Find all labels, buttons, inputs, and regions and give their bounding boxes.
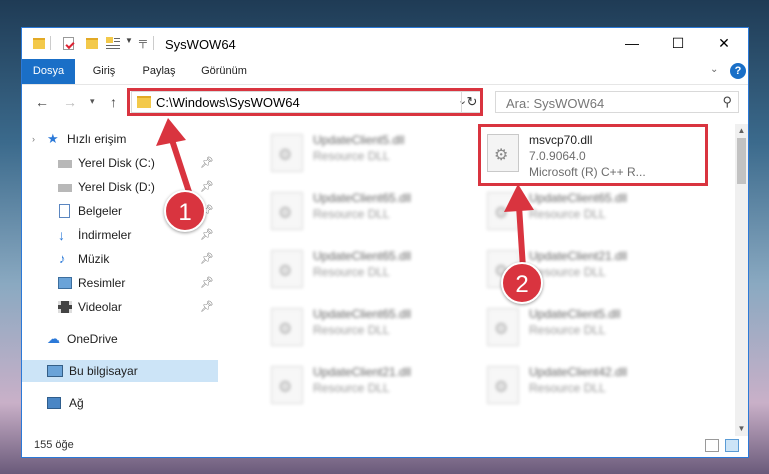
arrow-2-head <box>504 184 534 212</box>
arrow-1-line <box>169 137 193 198</box>
step-badge-2: 2 <box>501 262 543 304</box>
arrow-2-line <box>516 203 526 271</box>
step-badge-1: 1 <box>164 190 206 232</box>
arrow-1-head <box>156 118 186 146</box>
annotation-arrows <box>156 118 534 271</box>
